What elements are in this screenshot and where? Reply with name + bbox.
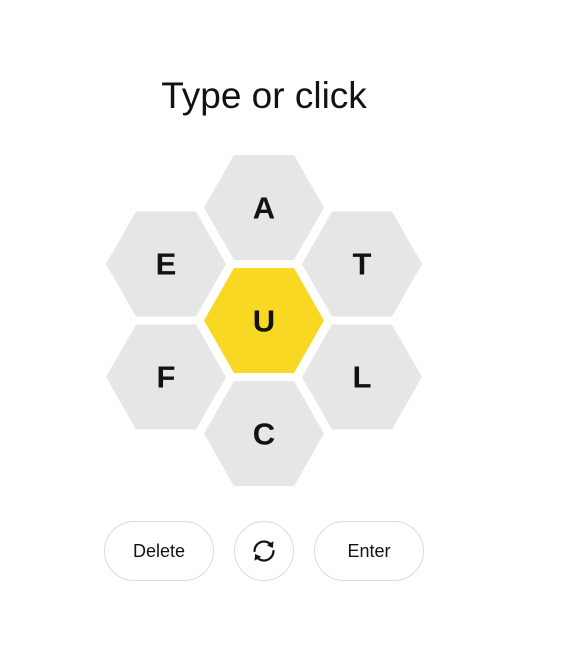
delete-button[interactable]: Delete [104, 521, 214, 581]
hive-cell-upper-right[interactable]: T [302, 211, 422, 317]
hive-letter-center: U [253, 304, 275, 339]
enter-button[interactable]: Enter [314, 521, 424, 581]
hive-letter-upper-left: E [156, 247, 177, 282]
hive-cell-upper-left[interactable]: E [106, 211, 226, 317]
hive-letter-top: A [253, 191, 275, 226]
hive-letter-upper-right: T [353, 247, 372, 282]
hive-letter-lower-left: F [157, 360, 176, 395]
shuffle-icon [253, 540, 275, 562]
hive-cell-center[interactable]: U [204, 268, 324, 373]
shuffle-button[interactable] [234, 521, 294, 581]
hive-cell-lower-left[interactable]: F [106, 324, 226, 430]
hive-cell-lower-right[interactable]: L [302, 324, 422, 430]
letter-hive: A T L C F E U [106, 155, 422, 486]
hive-cell-bottom[interactable]: C [204, 381, 324, 486]
hive-letter-bottom: C [253, 417, 275, 452]
hive-cell-top[interactable]: A [204, 155, 324, 260]
hive-letter-lower-right: L [353, 360, 372, 395]
